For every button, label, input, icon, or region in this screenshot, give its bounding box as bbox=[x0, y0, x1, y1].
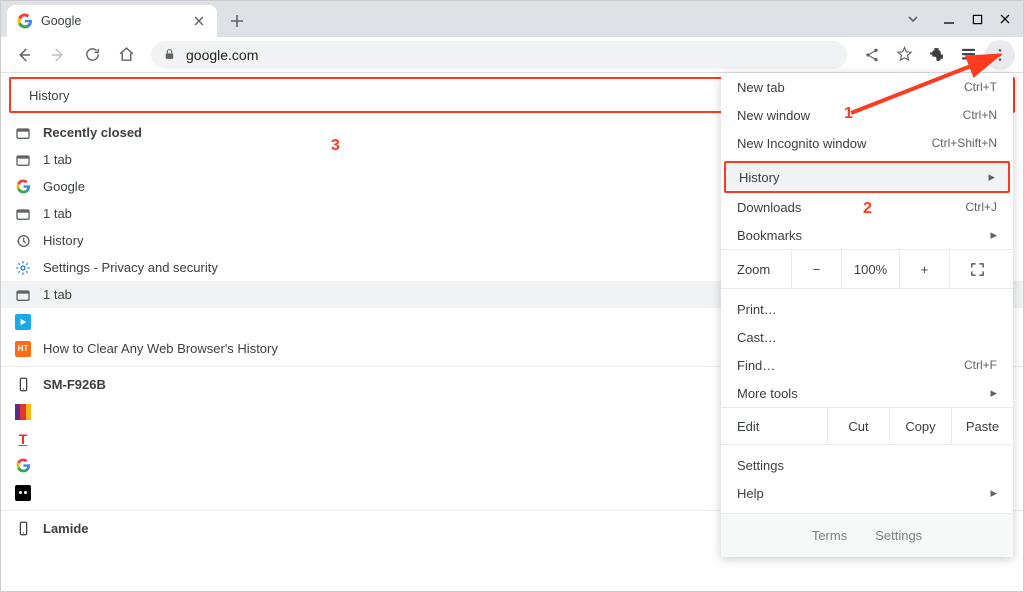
close-tab-button[interactable] bbox=[191, 13, 207, 29]
menu-item-history[interactable]: History ▸ bbox=[724, 161, 1010, 193]
tab-icon bbox=[15, 152, 31, 168]
toolbar: google.com bbox=[1, 37, 1023, 73]
menu-shortcut: Ctrl+T bbox=[964, 80, 997, 94]
menu-item[interactable]: New tab Ctrl+T bbox=[721, 73, 1013, 101]
tab-icon bbox=[15, 125, 31, 141]
history-header-label: History bbox=[29, 88, 69, 103]
phone-icon bbox=[15, 377, 31, 393]
menu-label: Help bbox=[737, 486, 764, 501]
history-row-label: SM-F926B bbox=[43, 377, 106, 392]
menu-footer: Terms Settings bbox=[721, 513, 1013, 557]
footer-settings[interactable]: Settings bbox=[875, 528, 922, 543]
bags-favicon bbox=[15, 404, 31, 420]
address-bar[interactable]: google.com bbox=[151, 41, 847, 69]
menu-label: Settings bbox=[737, 458, 784, 473]
menu-item-downloads[interactable]: Downloads Ctrl+J bbox=[721, 193, 1013, 221]
browser-tab[interactable]: Google bbox=[7, 5, 217, 37]
google-favicon bbox=[15, 458, 31, 474]
google-favicon bbox=[17, 13, 33, 29]
tab-title: Google bbox=[41, 14, 81, 28]
medium-favicon bbox=[15, 485, 31, 501]
menu-shortcut: Ctrl+N bbox=[963, 108, 997, 122]
paste-button[interactable]: Paste bbox=[951, 408, 1013, 444]
menu-shortcut: Ctrl+F bbox=[964, 358, 997, 372]
menu-edit-row: Edit Cut Copy Paste bbox=[721, 407, 1013, 445]
history-row-label: 1 tab bbox=[43, 206, 72, 221]
history-row-label: Recently closed bbox=[43, 125, 142, 140]
chevron-right-icon: ▸ bbox=[990, 227, 997, 243]
menu-zoom-row: Zoom − 100% + bbox=[721, 249, 1013, 289]
zoom-value: 100% bbox=[841, 250, 899, 288]
footer-terms[interactable]: Terms bbox=[812, 528, 847, 543]
reading-list-button[interactable] bbox=[953, 40, 983, 70]
zoom-out-button[interactable]: − bbox=[791, 250, 841, 288]
htg-favicon: HT bbox=[15, 341, 31, 357]
extensions-button[interactable] bbox=[921, 40, 951, 70]
zoom-label: Zoom bbox=[721, 262, 791, 277]
t-favicon: T bbox=[15, 431, 31, 447]
chevron-right-icon: ▸ bbox=[990, 385, 997, 401]
menu-shortcut: Ctrl+J bbox=[965, 200, 997, 214]
minimize-button[interactable] bbox=[935, 5, 963, 33]
bookmark-button[interactable] bbox=[889, 40, 919, 70]
menu-label: Find… bbox=[737, 358, 775, 373]
menu-item[interactable]: Print… bbox=[721, 295, 1013, 323]
url-text: google.com bbox=[186, 47, 258, 63]
menu-item[interactable]: Settings bbox=[721, 451, 1013, 479]
gear-icon bbox=[15, 260, 31, 276]
history-row-label: History bbox=[43, 233, 83, 248]
menu-label: New window bbox=[737, 108, 810, 123]
menu-item[interactable]: Cast… bbox=[721, 323, 1013, 351]
history-row-label: Google bbox=[43, 179, 85, 194]
copy-button[interactable]: Copy bbox=[889, 408, 951, 444]
history-row-label: 1 tab bbox=[43, 152, 72, 167]
menu-label: Bookmarks bbox=[737, 228, 802, 243]
maximize-button[interactable] bbox=[963, 5, 991, 33]
menu-label: New Incognito window bbox=[737, 136, 866, 151]
menu-label: History bbox=[739, 170, 779, 185]
chrome-menu: New tab Ctrl+T New window Ctrl+N New Incogni… bbox=[721, 73, 1013, 557]
menu-label: More tools bbox=[737, 386, 798, 401]
history-row-label: Settings - Privacy and security bbox=[43, 260, 218, 275]
menu-label: Downloads bbox=[737, 200, 801, 215]
close-window-button[interactable] bbox=[991, 5, 1019, 33]
google-favicon bbox=[15, 179, 31, 195]
play-favicon bbox=[15, 314, 31, 330]
menu-label: Cast… bbox=[737, 330, 777, 345]
tab-strip: Google bbox=[1, 1, 1023, 37]
menu-item[interactable]: New window Ctrl+N bbox=[721, 101, 1013, 129]
history-icon bbox=[15, 233, 31, 249]
history-row-label: How to Clear Any Web Browser's History bbox=[43, 341, 278, 356]
new-tab-button[interactable] bbox=[223, 7, 251, 35]
menu-shortcut: Ctrl+Shift+N bbox=[932, 136, 997, 150]
fullscreen-button[interactable] bbox=[949, 250, 1005, 288]
menu-item[interactable]: New Incognito window Ctrl+Shift+N bbox=[721, 129, 1013, 157]
share-button[interactable] bbox=[857, 40, 887, 70]
history-row-label: 1 tab bbox=[43, 287, 72, 302]
edit-label: Edit bbox=[721, 419, 827, 434]
back-button[interactable] bbox=[9, 40, 39, 70]
tab-icon bbox=[15, 206, 31, 222]
reload-button[interactable] bbox=[77, 40, 107, 70]
history-row-label: Lamide bbox=[43, 521, 89, 536]
lock-icon bbox=[163, 48, 176, 61]
forward-button[interactable] bbox=[43, 40, 73, 70]
chrome-menu-button[interactable] bbox=[985, 40, 1015, 70]
home-button[interactable] bbox=[111, 40, 141, 70]
menu-item[interactable]: Help ▸ bbox=[721, 479, 1013, 507]
menu-label: New tab bbox=[737, 80, 785, 95]
menu-item[interactable]: More tools ▸ bbox=[721, 379, 1013, 407]
chevron-right-icon: ▸ bbox=[988, 169, 995, 185]
tab-icon bbox=[15, 287, 31, 303]
chevron-right-icon: ▸ bbox=[990, 485, 997, 501]
menu-item-bookmarks[interactable]: Bookmarks ▸ bbox=[721, 221, 1013, 249]
window-controls bbox=[899, 1, 1019, 37]
menu-label: Print… bbox=[737, 302, 777, 317]
phone-icon bbox=[15, 521, 31, 537]
zoom-in-button[interactable]: + bbox=[899, 250, 949, 288]
tab-search-button[interactable] bbox=[899, 5, 927, 33]
menu-item[interactable]: Find… Ctrl+F bbox=[721, 351, 1013, 379]
cut-button[interactable]: Cut bbox=[827, 408, 889, 444]
